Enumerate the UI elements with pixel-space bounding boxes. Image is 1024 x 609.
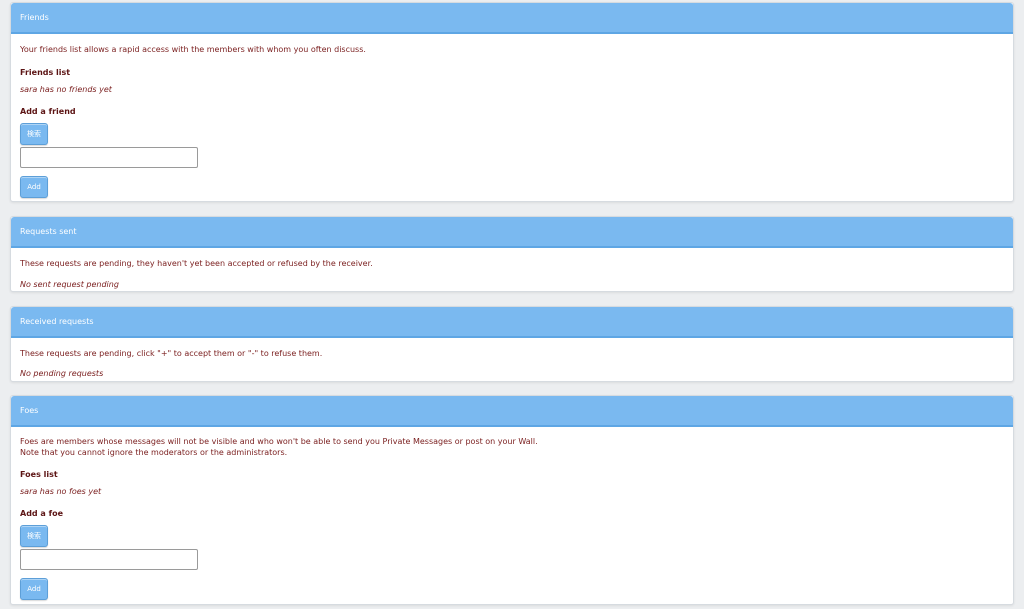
add-friend-input[interactable] [20, 147, 198, 168]
received-requests-panel: Received requests These requests are pen… [10, 306, 1014, 382]
friends-description: Your friends list allows a rapid access … [20, 45, 366, 54]
requests-sent-panel: Requests sent These requests are pending… [10, 216, 1014, 292]
requests-sent-panel-title: Requests sent [11, 217, 1013, 248]
friends-panel: Friends Your friends list allows a rapid… [10, 2, 1014, 202]
foes-description-line1: Foes are members whose messages will not… [20, 437, 538, 446]
foes-panel-title: Foes [11, 396, 1013, 427]
add-foe-input[interactable] [20, 549, 198, 570]
foes-list-heading: Foes list [20, 470, 58, 479]
requests-sent-empty-text: No sent request pending [20, 280, 119, 289]
friend-search-button[interactable]: 検索 [20, 123, 48, 145]
add-friend-heading: Add a friend [20, 107, 76, 116]
foes-empty-text: sara has no foes yet [20, 487, 102, 496]
foe-search-button[interactable]: 検索 [20, 525, 48, 547]
received-requests-panel-title: Received requests [11, 307, 1013, 338]
friends-panel-title: Friends [11, 3, 1013, 34]
add-foe-heading: Add a foe [20, 509, 64, 518]
foes-description-line2: Note that you cannot ignore the moderato… [20, 448, 288, 457]
foes-panel: Foes Foes are members whose messages wil… [10, 395, 1014, 605]
received-requests-description: These requests are pending, click "+" to… [20, 349, 323, 358]
requests-sent-description: These requests are pending, they haven't… [20, 259, 373, 268]
friends-empty-text: sara has no friends yet [20, 85, 112, 94]
add-friend-button[interactable]: Add [20, 176, 48, 198]
received-requests-empty-text: No pending requests [20, 369, 104, 378]
friends-list-heading: Friends list [20, 68, 71, 77]
add-foe-button[interactable]: Add [20, 578, 48, 600]
